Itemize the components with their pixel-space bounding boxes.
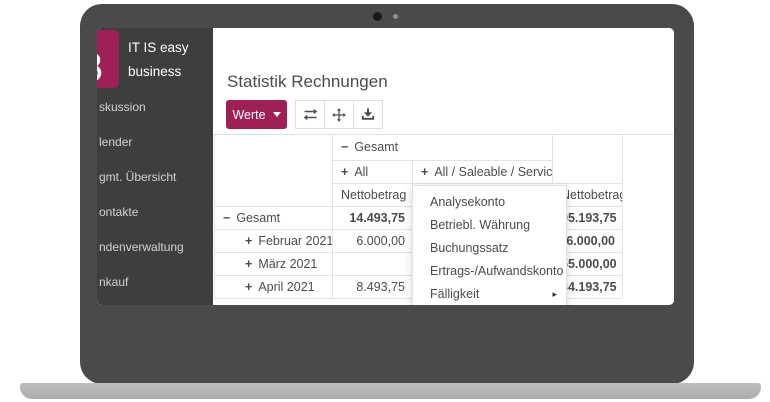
expand-all-button[interactable] xyxy=(324,100,354,129)
submenu-arrow-icon: ▸ xyxy=(552,283,557,305)
row-header-april-2021[interactable]: + April 2021 xyxy=(215,275,333,298)
camera-led-icon xyxy=(393,14,398,19)
row-label: März 2021 xyxy=(258,257,317,271)
camera-icon xyxy=(373,12,382,21)
sidebar-item-kundenverwaltung[interactable]: ndenverwaltung xyxy=(99,237,184,257)
expand-icon: + xyxy=(245,280,252,294)
row-header-gesamt[interactable]: −Gesamt xyxy=(215,206,333,229)
flip-axis-icon xyxy=(303,108,318,121)
menu-item-label: Buchungssatz xyxy=(430,237,509,260)
laptop-base xyxy=(20,383,761,399)
menu-item-faelligkeit[interactable]: Fälligkeit ▸ xyxy=(413,283,566,305)
row-label: Gesamt xyxy=(236,211,280,225)
col-header-gesamt-label: Gesamt xyxy=(354,140,398,154)
pivot-icon-buttons xyxy=(296,100,383,129)
menu-item-betriebl-waehrung[interactable]: Betriebl. Währung xyxy=(413,214,566,237)
caret-down-icon xyxy=(273,112,281,117)
sidebar-item-kalender[interactable]: lender xyxy=(99,132,184,152)
expand-icon: + xyxy=(341,165,348,179)
menu-item-ertrags-aufwandskonto[interactable]: Ertrags-/Aufwandskonto xyxy=(413,260,566,283)
row-label: April 2021 xyxy=(258,280,314,294)
brand-line2: business xyxy=(128,60,189,84)
page-title: Statistik Rechnungen xyxy=(227,72,388,92)
collapse-icon: − xyxy=(341,140,348,154)
pivot-toolbar: Werte xyxy=(226,100,383,129)
menu-item-analysekonto[interactable]: Analysekonto xyxy=(413,191,566,214)
expand-all-icon xyxy=(332,108,346,122)
row-header-februar-2021[interactable]: + Februar 2021 xyxy=(215,229,333,252)
expand-icon: + xyxy=(421,165,428,179)
menu-item-label: Betriebl. Währung xyxy=(430,214,530,237)
sidebar-item-kontakte[interactable]: ontakte xyxy=(99,202,184,222)
menu-item-label: Ertrags-/Aufwandskonto xyxy=(430,260,563,283)
row-label: Februar 2021 xyxy=(258,234,332,248)
cell-value: 8.493,75 xyxy=(333,275,413,298)
col-header-gesamt[interactable]: −Gesamt xyxy=(333,135,553,160)
cell-value xyxy=(333,252,413,275)
sidebar-item-mgmt-uebersicht[interactable]: gmt. Übersicht xyxy=(99,167,184,187)
app-logo[interactable] xyxy=(97,30,119,88)
brand-line1: IT IS easy xyxy=(128,36,189,60)
col-header-services-label: All / Saleable / Services xyxy=(434,165,552,179)
groupby-dropdown-menu: Analysekonto Betriebl. Währung Buchungss… xyxy=(412,185,567,305)
sidebar-item-einkauf[interactable]: nkauf xyxy=(99,272,184,292)
col-header-all-label: All xyxy=(354,165,368,179)
menu-item-label: Fälligkeit xyxy=(430,283,479,305)
expand-icon: + xyxy=(245,257,252,271)
sidebar-item-diskussion[interactable]: skussion xyxy=(99,97,184,117)
logo-glyph-icon xyxy=(97,52,105,82)
pivot-corner-cell xyxy=(215,135,333,206)
row-header-maerz-2021[interactable]: + März 2021 xyxy=(215,252,333,275)
app-screen: IT IS easy business skussion lender gmt.… xyxy=(97,28,674,305)
laptop-frame: IT IS easy business skussion lender gmt.… xyxy=(80,4,694,384)
download-button[interactable] xyxy=(353,100,383,129)
sidebar: IT IS easy business skussion lender gmt.… xyxy=(97,28,213,305)
collapse-icon: − xyxy=(223,211,230,225)
flip-axis-button[interactable] xyxy=(295,100,325,129)
menu-item-buchungssatz[interactable]: Buchungssatz xyxy=(413,237,566,260)
measure-header-nettobetrag[interactable]: Nettobetrag xyxy=(333,183,413,206)
measures-button-label: Werte xyxy=(232,108,265,122)
menu-item-label: Analysekonto xyxy=(430,191,505,214)
total-column-header xyxy=(553,135,623,183)
measures-button[interactable]: Werte xyxy=(226,100,287,129)
sidebar-nav: skussion lender gmt. Übersicht ontakte n… xyxy=(99,97,184,305)
brand-name: IT IS easy business xyxy=(128,36,189,84)
col-header-all[interactable]: + All xyxy=(333,160,413,183)
cell-value: 6.000,00 xyxy=(333,229,413,252)
cell-value: 14.493,75 xyxy=(333,206,413,229)
download-icon xyxy=(361,108,375,121)
col-header-services[interactable]: + All / Saleable / Services xyxy=(413,160,553,183)
expand-icon: + xyxy=(245,234,252,248)
